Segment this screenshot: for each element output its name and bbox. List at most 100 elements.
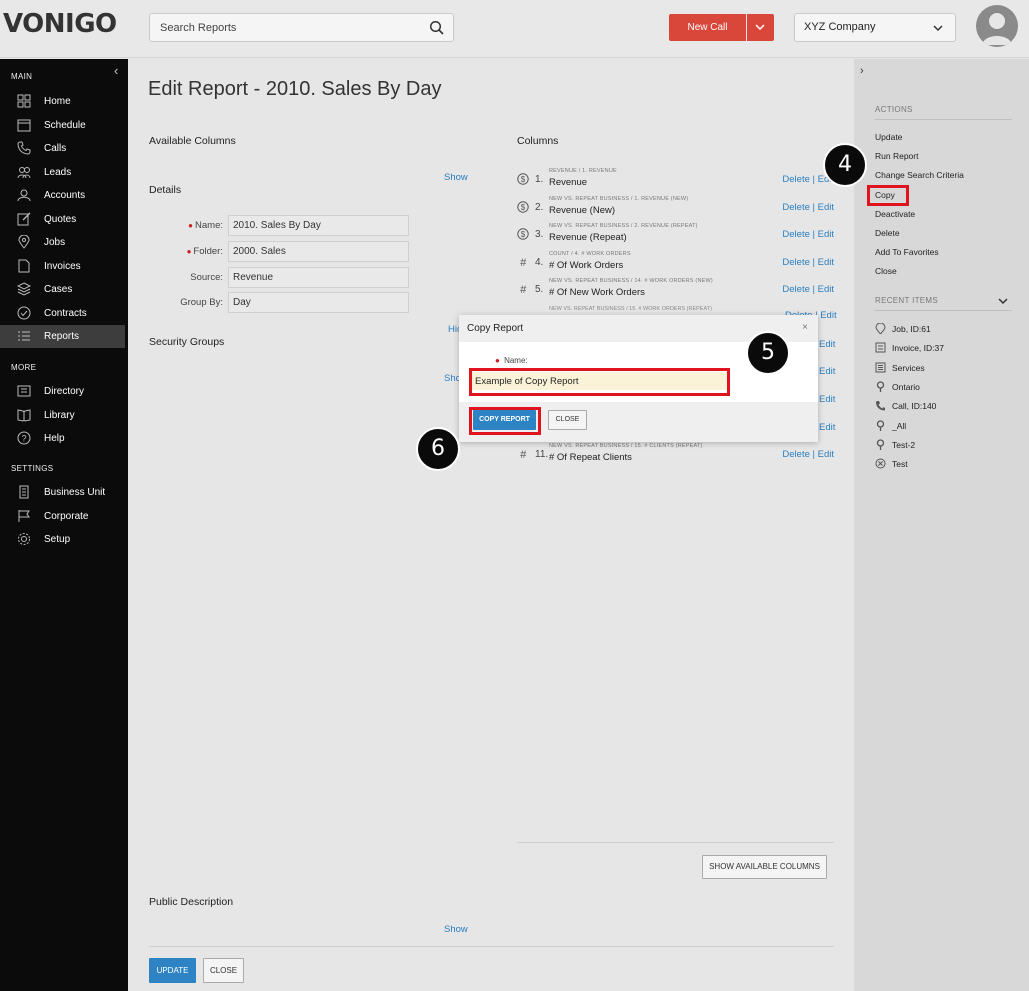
chevron-right-icon[interactable]: › bbox=[860, 65, 864, 77]
sidebar-item-directory[interactable]: Directory bbox=[0, 380, 125, 403]
dollar-icon: $ bbox=[517, 201, 529, 213]
search-icon[interactable] bbox=[429, 20, 445, 36]
edit-link-partial[interactable]: Edit bbox=[819, 339, 835, 350]
recent-item-label: Call, ID:140 bbox=[892, 401, 937, 412]
sidebar-item-leads[interactable]: Leads bbox=[0, 161, 125, 184]
edit-link-partial[interactable]: Edit bbox=[819, 394, 835, 405]
recent-item[interactable]: Job, ID:61 bbox=[875, 323, 1015, 339]
public-description-show-link[interactable]: Show bbox=[444, 924, 468, 935]
location-icon bbox=[876, 381, 885, 392]
close-icon[interactable]: × bbox=[802, 322, 808, 333]
column-actions: Delete | Edit bbox=[782, 449, 834, 460]
show-available-columns-button[interactable]: SHOW AVAILABLE COLUMNS bbox=[702, 855, 827, 879]
company-select[interactable]: XYZ Company bbox=[794, 13, 956, 42]
sidebar-item-quotes[interactable]: Quotes bbox=[0, 208, 125, 231]
delete-link[interactable]: Delete bbox=[782, 257, 809, 268]
sidebar-item-home[interactable]: Home bbox=[0, 90, 125, 113]
sidebar-item-business-unit[interactable]: Business Unit bbox=[0, 481, 125, 504]
edit-link[interactable]: Edit bbox=[818, 229, 834, 240]
recent-item[interactable]: Call, ID:140 bbox=[875, 400, 1015, 416]
column-path: REVENUE / 1. REVENUE bbox=[549, 168, 617, 174]
step-marker-4: 4 bbox=[823, 143, 867, 187]
phone-icon bbox=[17, 141, 31, 155]
search-input[interactable] bbox=[150, 14, 420, 41]
available-columns-show-link[interactable]: Show bbox=[444, 172, 468, 183]
action-run-report[interactable]: Run Report bbox=[875, 151, 918, 161]
column-path: COUNT / 4. # WORK ORDERS bbox=[549, 251, 631, 257]
sidebar-item-contracts[interactable]: Contracts bbox=[0, 302, 125, 325]
column-actions: Delete | Edit bbox=[782, 284, 834, 295]
sidebar-item-label: Business Unit bbox=[44, 487, 106, 498]
name-field[interactable]: 2010. Sales By Day bbox=[228, 215, 409, 236]
new-call-dropdown[interactable] bbox=[747, 14, 774, 41]
edit-link[interactable]: Edit bbox=[818, 257, 834, 268]
sidebar-item-setup[interactable]: Setup bbox=[0, 528, 125, 551]
delete-link[interactable]: Delete bbox=[782, 229, 809, 240]
sidebar-item-label: Accounts bbox=[44, 190, 86, 201]
sidebar-item-calls[interactable]: Calls bbox=[0, 137, 125, 160]
action-change-search-criteria[interactable]: Change Search Criteria bbox=[875, 170, 964, 180]
hash-icon: # bbox=[520, 257, 527, 268]
recent-item[interactable]: Invoice, ID:37 bbox=[875, 342, 1015, 358]
delete-link[interactable]: Delete bbox=[782, 174, 809, 185]
sidebar-item-label: Cases bbox=[44, 284, 73, 295]
sidebar-item-label: Help bbox=[44, 433, 65, 444]
column-row: $1. REVENUE / 1. REVENUE Revenue Delete | E… bbox=[517, 168, 834, 194]
group-by-field[interactable]: Day bbox=[228, 292, 409, 313]
edit-link[interactable]: Edit bbox=[818, 449, 834, 460]
recent-item[interactable]: Test bbox=[875, 458, 1015, 474]
svg-text:#: # bbox=[520, 257, 527, 268]
column-name: Revenue (Repeat) bbox=[549, 232, 627, 243]
recent-item[interactable]: Ontario bbox=[875, 381, 1015, 397]
sidebar-item-schedule[interactable]: Schedule bbox=[0, 114, 125, 137]
search-box[interactable] bbox=[149, 13, 454, 42]
action-close[interactable]: Close bbox=[875, 266, 897, 276]
column-name: Revenue bbox=[549, 177, 588, 188]
edit-link[interactable]: Edit bbox=[818, 284, 834, 295]
action-update[interactable]: Update bbox=[875, 132, 902, 142]
map-pin-icon bbox=[18, 235, 30, 249]
edit-link-partial[interactable]: Edit bbox=[819, 422, 835, 433]
action-delete[interactable]: Delete bbox=[875, 228, 900, 238]
delete-link[interactable]: Delete bbox=[782, 449, 809, 460]
column-actions: Delete | Edit bbox=[782, 202, 834, 213]
chevron-down-icon[interactable] bbox=[998, 297, 1008, 305]
column-row: #5. NEW VS. REPEAT BUSINESS / 14. # WORK … bbox=[517, 278, 834, 304]
building-icon bbox=[19, 485, 29, 499]
recent-item[interactable]: Test-2 bbox=[875, 439, 1015, 455]
edit-link[interactable]: Edit bbox=[818, 202, 834, 213]
details-heading: Details bbox=[149, 184, 182, 196]
sidebar-item-label: Reports bbox=[44, 331, 80, 342]
recent-item-label: Test bbox=[892, 459, 908, 470]
recent-item-label: Services bbox=[892, 362, 925, 373]
action-add-to-favorites[interactable]: Add To Favorites bbox=[875, 247, 939, 257]
recent-item-label: Test-2 bbox=[892, 439, 916, 450]
calendar-icon bbox=[17, 119, 31, 131]
dialog-close-button[interactable]: CLOSE bbox=[548, 410, 587, 430]
folder-field[interactable]: 2000. Sales bbox=[228, 241, 409, 262]
delete-link[interactable]: Delete bbox=[782, 202, 809, 213]
sidebar-item-corporate[interactable]: Corporate bbox=[0, 505, 125, 528]
sidebar-item-help[interactable]: ? Help bbox=[0, 427, 125, 450]
required-dot-icon: ● bbox=[188, 221, 194, 230]
recent-item[interactable]: _All bbox=[875, 419, 1015, 436]
update-button[interactable]: UPDATE bbox=[149, 958, 196, 983]
recent-item[interactable]: Services bbox=[875, 362, 1015, 378]
dollar-icon: $ bbox=[517, 173, 529, 185]
sidebar-collapse-icon[interactable]: ‹ bbox=[114, 63, 118, 78]
avatar[interactable] bbox=[976, 5, 1018, 47]
sidebar-item-library[interactable]: Library bbox=[0, 404, 125, 427]
new-call-button[interactable]: New Call bbox=[669, 14, 746, 41]
column-number: 11. bbox=[535, 449, 549, 460]
column-number: 1. bbox=[535, 174, 544, 185]
sidebar-item-jobs[interactable]: Jobs bbox=[0, 231, 125, 254]
sidebar-item-invoices[interactable]: Invoices bbox=[0, 255, 125, 278]
close-button[interactable]: CLOSE bbox=[203, 958, 244, 983]
delete-link[interactable]: Delete bbox=[782, 284, 809, 295]
sidebar-item-cases[interactable]: Cases bbox=[0, 278, 125, 301]
sidebar-item-reports[interactable]: Reports bbox=[0, 325, 125, 348]
action-deactivate[interactable]: Deactivate bbox=[875, 209, 915, 219]
logo[interactable]: VONIGO bbox=[3, 9, 117, 39]
edit-link-partial[interactable]: Edit bbox=[819, 366, 835, 377]
sidebar-item-accounts[interactable]: Accounts bbox=[0, 184, 125, 207]
